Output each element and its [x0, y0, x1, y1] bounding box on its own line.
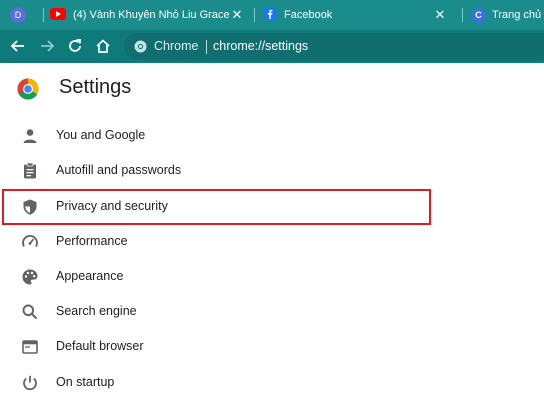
home-button[interactable]	[92, 35, 114, 57]
menu-item-default-browser[interactable]: Default browser	[0, 330, 440, 364]
menu-item-autofill[interactable]: Autofill and passwords	[0, 154, 440, 188]
menu-item-label: On startup	[56, 375, 115, 389]
menu-item-label: You and Google	[56, 128, 146, 142]
browser-toolbar: Chrome chrome://settings	[0, 30, 544, 63]
chrome-logo-icon	[17, 78, 39, 100]
person-icon	[23, 129, 37, 143]
arrow-left-icon	[10, 40, 24, 52]
tab-facebook[interactable]: Facebook ✕	[263, 0, 453, 30]
power-icon	[23, 375, 37, 391]
search-icon	[22, 304, 38, 320]
browser-window-icon	[22, 340, 38, 354]
menu-item-label: Search engine	[56, 304, 137, 318]
avatar-d-icon: D	[10, 7, 26, 23]
menu-item-you-and-google[interactable]: You and Google	[0, 119, 440, 153]
page-title: Settings	[59, 76, 132, 98]
menu-item-performance[interactable]: Performance	[0, 225, 440, 259]
tab-title: (4) Vành Khuyên Nhỏ Liu Grace ả	[73, 9, 233, 21]
tab-title: Facebook	[284, 9, 333, 21]
generic-c-icon: C	[471, 7, 486, 23]
arrow-right-icon	[41, 40, 55, 52]
tab-separator	[462, 8, 463, 22]
address-bar[interactable]: Chrome chrome://settings	[124, 33, 544, 60]
menu-item-label: Autofill and passwords	[56, 163, 182, 177]
menu-item-on-startup[interactable]: On startup	[0, 366, 440, 400]
menu-item-label: Appearance	[56, 269, 124, 283]
forward-button[interactable]	[36, 35, 58, 57]
reload-icon	[69, 38, 81, 52]
url-text[interactable]: chrome://settings	[213, 39, 308, 53]
menu-item-search-engine[interactable]: Search engine	[0, 295, 440, 329]
chrome-site-icon	[134, 40, 147, 58]
tab-youtube[interactable]: (4) Vành Khuyên Nhỏ Liu Grace ả ✕	[50, 0, 250, 30]
tab-strip: D (4) Vành Khuyên Nhỏ Liu Grace ả ✕ Face…	[0, 0, 544, 30]
youtube-icon	[50, 7, 66, 23]
omnibox-divider	[206, 40, 207, 54]
home-icon	[96, 39, 110, 53]
facebook-icon	[263, 6, 277, 24]
tab-separator	[43, 8, 44, 22]
highlight-annotation	[2, 189, 431, 225]
menu-item-appearance[interactable]: Appearance	[0, 260, 440, 294]
site-chip-label: Chrome	[154, 39, 199, 53]
tab-close-icon[interactable]: ✕	[230, 8, 244, 22]
tab-trang-chu[interactable]: C Trang chủ -	[471, 0, 544, 30]
palette-icon	[22, 269, 38, 285]
tab-title: Trang chủ -	[492, 9, 544, 21]
menu-item-label: Performance	[56, 234, 128, 248]
tab-profile[interactable]: D	[10, 0, 36, 30]
tab-close-icon[interactable]: ✕	[433, 8, 447, 22]
menu-item-label: Default browser	[56, 339, 144, 353]
clipboard-icon	[24, 162, 36, 179]
speedometer-icon	[22, 235, 38, 247]
tab-separator	[254, 8, 255, 22]
reload-button[interactable]	[64, 35, 86, 57]
back-button[interactable]	[7, 35, 29, 57]
